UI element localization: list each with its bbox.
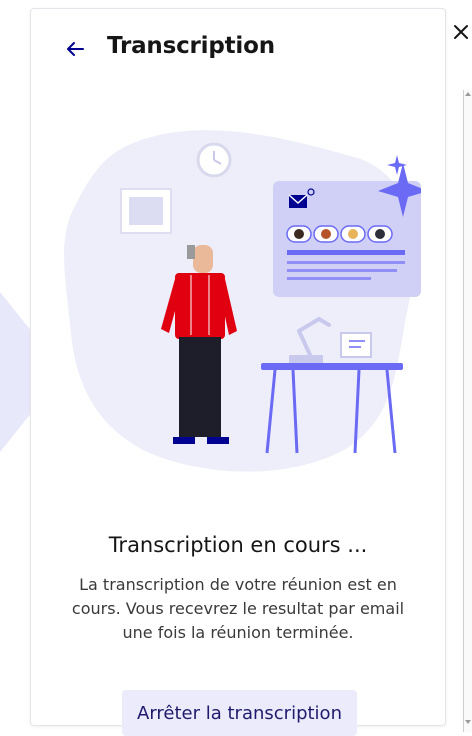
scroll-up-arrow-icon[interactable]: [465, 92, 471, 96]
status-description: La transcription de votre réunion est en…: [71, 575, 405, 642]
panel-title: Transcription: [107, 33, 275, 59]
right-scrollbar[interactable]: [463, 90, 472, 732]
arrow-left-icon: [67, 42, 84, 56]
transcription-illustration: [64, 130, 421, 472]
back-button[interactable]: [63, 37, 87, 61]
scroll-down-arrow-icon[interactable]: [465, 720, 471, 724]
transcription-panel: Transcription Transcription en cours ...…: [30, 8, 446, 736]
stop-transcription-button[interactable]: Arrêter la transcription: [122, 690, 357, 736]
status-title: Transcription en cours ...: [108, 533, 368, 557]
panel-header: Transcription: [31, 9, 445, 89]
close-icon: [454, 25, 468, 39]
close-button[interactable]: [450, 20, 472, 44]
